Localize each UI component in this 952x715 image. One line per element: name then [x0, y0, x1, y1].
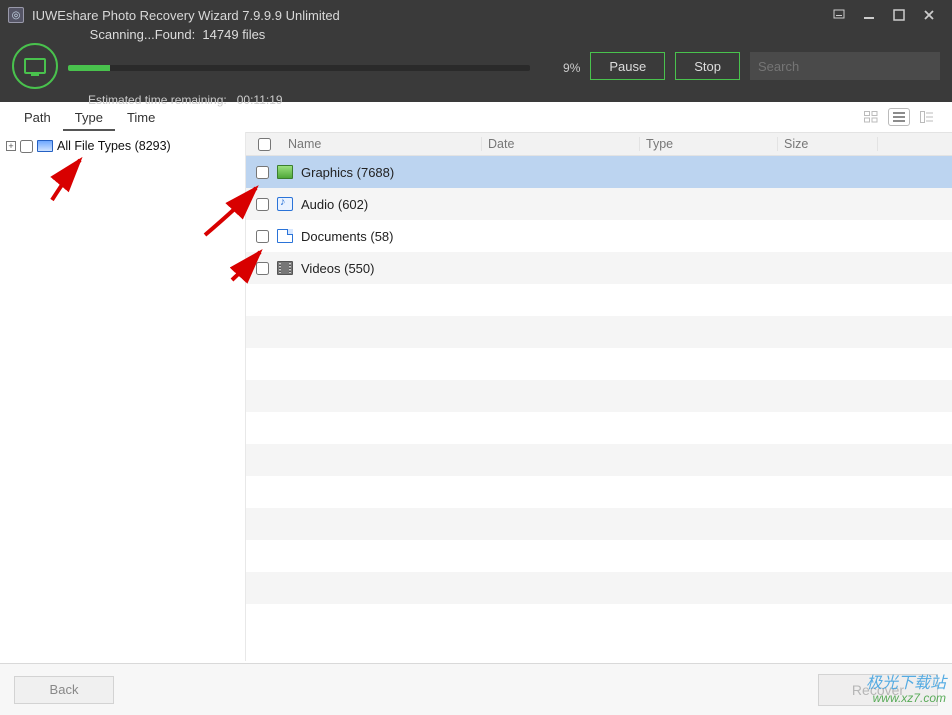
- progress-fill: [68, 65, 110, 71]
- view-detail-icon[interactable]: [916, 108, 938, 126]
- file-rows: Graphics (7688) Audio (602) Documents (58)…: [246, 156, 952, 661]
- tree-root-row[interactable]: + All File Types (8293): [6, 136, 239, 156]
- row-checkbox[interactable]: [256, 198, 269, 211]
- empty-row: [246, 380, 952, 412]
- tree-root-checkbox[interactable]: [20, 140, 33, 153]
- tree-pane: + All File Types (8293): [0, 132, 246, 661]
- empty-row: [246, 284, 952, 316]
- file-row[interactable]: Audio (602): [246, 188, 952, 220]
- pause-button[interactable]: Pause: [590, 52, 665, 80]
- graphics-icon: [277, 165, 293, 179]
- tab-time[interactable]: Time: [115, 104, 167, 131]
- search-box[interactable]: [750, 52, 940, 80]
- scanning-suffix: files: [239, 27, 266, 42]
- select-all-checkbox[interactable]: [258, 138, 271, 151]
- empty-row: [246, 444, 952, 476]
- col-date[interactable]: Date: [482, 137, 640, 151]
- progress-percent: 9%: [540, 61, 580, 75]
- empty-row: [246, 572, 952, 604]
- file-row[interactable]: Graphics (7688): [246, 156, 952, 188]
- audio-icon: [277, 197, 293, 211]
- empty-row: [246, 316, 952, 348]
- recover-button[interactable]: Recover: [818, 674, 938, 706]
- tray-button[interactable]: [824, 5, 854, 25]
- app-logo-icon: ◎: [8, 7, 24, 23]
- back-button[interactable]: Back: [14, 676, 114, 704]
- row-label: Documents (58): [301, 229, 393, 244]
- progress-bar: [68, 65, 530, 71]
- row-label: Audio (602): [301, 197, 368, 212]
- monitor-icon: [37, 140, 53, 152]
- tree-root-label: All File Types (8293): [57, 139, 171, 153]
- row-checkbox[interactable]: [256, 230, 269, 243]
- tab-path[interactable]: Path: [12, 104, 63, 131]
- column-headers: Name Date Type Size: [246, 132, 952, 156]
- scanning-disk-icon: [12, 43, 58, 89]
- minimize-button[interactable]: [854, 5, 884, 25]
- tab-type[interactable]: Type: [63, 104, 115, 131]
- footer: Back Recover: [0, 663, 952, 715]
- view-list-icon[interactable]: [888, 108, 910, 126]
- progress-header: Scanning...Found: 14749 files 9% Estimat…: [0, 30, 952, 102]
- row-label: Graphics (7688): [301, 165, 394, 180]
- file-row[interactable]: Videos (550): [246, 252, 952, 284]
- video-icon: [277, 261, 293, 275]
- file-row[interactable]: Documents (58): [246, 220, 952, 252]
- empty-row: [246, 508, 952, 540]
- col-size[interactable]: Size: [778, 137, 878, 151]
- col-type[interactable]: Type: [640, 137, 778, 151]
- search-input[interactable]: [758, 59, 934, 74]
- row-checkbox[interactable]: [256, 166, 269, 179]
- empty-row: [246, 412, 952, 444]
- row-label: Videos (550): [301, 261, 374, 276]
- empty-row: [246, 540, 952, 572]
- close-button[interactable]: [914, 5, 944, 25]
- col-name[interactable]: Name: [282, 137, 482, 151]
- list-pane: Name Date Type Size Graphics (7688) Audio…: [246, 132, 952, 661]
- scanning-prefix: Scanning...Found:: [90, 27, 203, 42]
- maximize-button[interactable]: [884, 5, 914, 25]
- stop-button[interactable]: Stop: [675, 52, 740, 80]
- tabs-row: Path Type Time: [0, 102, 952, 132]
- view-grid-icon[interactable]: [860, 108, 882, 126]
- found-count: 14749: [202, 27, 238, 42]
- empty-row: [246, 476, 952, 508]
- empty-row: [246, 604, 952, 636]
- row-checkbox[interactable]: [256, 262, 269, 275]
- doc-icon: [277, 229, 293, 243]
- expand-icon[interactable]: +: [6, 141, 16, 151]
- empty-row: [246, 348, 952, 380]
